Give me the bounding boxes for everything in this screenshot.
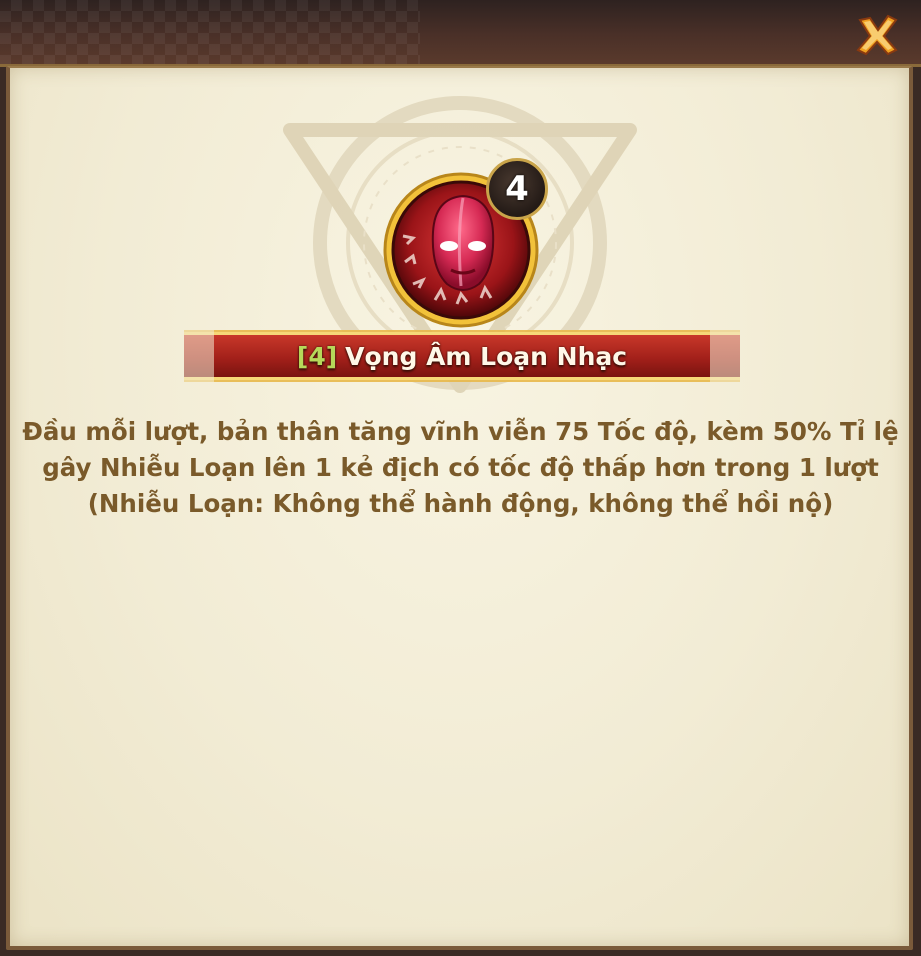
- skill-description: Đầu mỗi lượt, bản thân tăng vĩnh viễn 75…: [20, 414, 901, 522]
- title-bar-pattern: [0, 0, 420, 64]
- skill-level-badge: 4: [486, 158, 548, 220]
- skill-popup-window: 4 [4] Vọng Âm Loạn Nhạc Đầu mỗi lượt, bả…: [0, 0, 921, 956]
- description-line: gây Nhiễu Loạn lên 1 kẻ địch có tốc độ t…: [42, 453, 879, 482]
- close-x-icon: [856, 14, 898, 56]
- skill-name: Vọng Âm Loạn Nhạc: [345, 341, 628, 371]
- description-line: Đầu mỗi lượt, bản thân tăng vĩnh viễn 75…: [22, 417, 899, 446]
- close-button[interactable]: [852, 10, 902, 60]
- skill-name-label: [4] Vọng Âm Loạn Nhạc: [184, 330, 740, 382]
- skill-level-tag: [4]: [296, 341, 338, 371]
- description-line: (Nhiễu Loạn: Không thể hành động, không …: [87, 489, 834, 518]
- popup-title-bar: [0, 0, 921, 67]
